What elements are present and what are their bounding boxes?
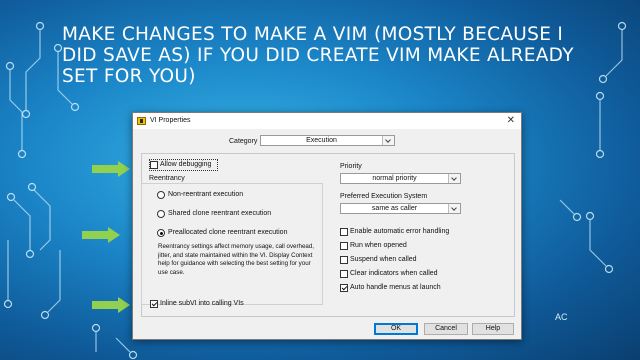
chevron-down-icon[interactable]: [448, 204, 460, 213]
arrow-right-icon: [82, 227, 120, 243]
suspend-when-called-checkbox[interactable]: [340, 256, 348, 264]
slide-background: Make changes to make a vim (mostly becau…: [0, 0, 640, 360]
inline-subvi-label[interactable]: Inline subVI into calling VIs: [160, 300, 244, 307]
category-select[interactable]: Execution: [260, 135, 395, 146]
suspend-when-called-label[interactable]: Suspend when called: [350, 256, 417, 263]
arrow-right-icon: [92, 161, 130, 177]
radio-preallocated-clone-label[interactable]: Preallocated clone reentrant execution: [168, 229, 287, 236]
auto-handle-menus-checkbox[interactable]: [340, 284, 348, 292]
arrow-right-icon: [92, 297, 130, 313]
inline-subvi-checkbox[interactable]: [150, 300, 158, 308]
close-icon[interactable]: ✕: [507, 115, 515, 126]
ok-button[interactable]: OK: [374, 323, 418, 335]
radio-non-reentrant-label[interactable]: Non-reentrant execution: [168, 191, 243, 198]
slide-title: Make changes to make a vim (mostly becau…: [62, 24, 574, 87]
dialog-titlebar: VI Properties ✕: [133, 113, 521, 129]
chevron-down-icon[interactable]: [448, 174, 460, 183]
category-value: Execution: [306, 137, 337, 144]
allow-debugging-label[interactable]: Allow debugging: [160, 161, 211, 168]
execution-system-label: Preferred Execution System: [340, 193, 428, 200]
run-when-opened-checkbox[interactable]: [340, 242, 348, 250]
priority-select[interactable]: normal priority: [340, 173, 461, 184]
run-when-opened-label[interactable]: Run when opened: [350, 242, 407, 249]
labview-icon: [137, 117, 146, 125]
category-label: Category: [229, 138, 258, 145]
priority-label: Priority: [340, 163, 362, 170]
auto-handle-menus-label[interactable]: Auto handle menus at launch: [350, 284, 441, 291]
chevron-down-icon[interactable]: [382, 136, 394, 145]
dialog-title: VI Properties: [150, 117, 191, 124]
auto-error-handling-checkbox[interactable]: [340, 228, 348, 236]
radio-shared-clone[interactable]: [157, 210, 165, 218]
reentrancy-label: Reentrancy: [149, 175, 185, 182]
clear-indicators-checkbox[interactable]: [340, 270, 348, 278]
auto-error-handling-label[interactable]: Enable automatic error handling: [350, 228, 449, 235]
execution-system-select[interactable]: same as caller: [340, 203, 461, 214]
execution-system-value: same as caller: [371, 205, 418, 212]
radio-shared-clone-label[interactable]: Shared clone reentrant execution: [168, 210, 271, 217]
reentrancy-description: Reentrancy settings affect memory usage,…: [158, 243, 315, 276]
radio-preallocated-clone[interactable]: [157, 229, 165, 237]
radio-non-reentrant[interactable]: [157, 191, 165, 199]
help-button[interactable]: Help: [472, 323, 514, 335]
vi-properties-dialog: VI Properties ✕ Category Execution Allow…: [132, 112, 522, 340]
priority-value: normal priority: [372, 175, 417, 182]
clear-indicators-label[interactable]: Clear indicators when called: [350, 270, 438, 277]
cancel-button[interactable]: Cancel: [424, 323, 468, 335]
footer-initials: AC: [555, 312, 568, 322]
